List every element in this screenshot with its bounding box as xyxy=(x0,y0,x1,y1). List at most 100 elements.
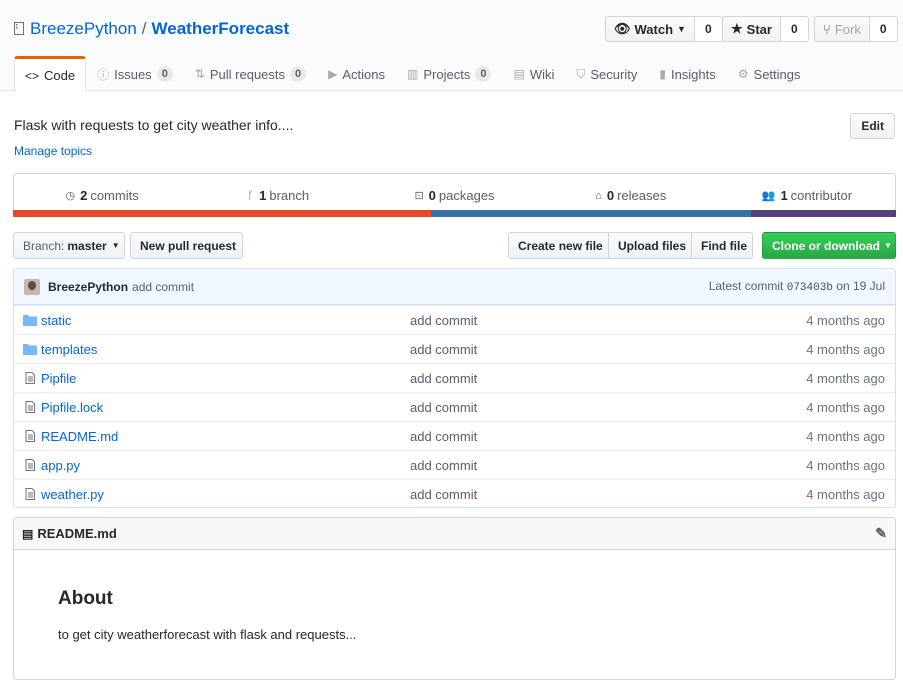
tab-code[interactable]: <> Code xyxy=(14,56,87,92)
file-age: 4 months ago xyxy=(806,428,885,444)
watch-count[interactable]: 0 xyxy=(694,16,723,42)
file-age: 4 months ago xyxy=(806,312,885,328)
graph-icon: ▮ xyxy=(659,67,666,81)
play-icon: ▶ xyxy=(328,67,338,81)
history-icon: ◷ xyxy=(65,190,76,202)
file-list: BreezePython add commit Latest commit 07… xyxy=(13,268,896,508)
table-row: weather.py add commit 4 months ago xyxy=(14,479,895,507)
fork-count[interactable]: 0 xyxy=(869,16,898,42)
file-name-link[interactable]: static xyxy=(41,313,71,328)
file-age: 4 months ago xyxy=(806,370,885,386)
edit-description-button[interactable]: Edit xyxy=(850,113,895,139)
file-commit-message[interactable]: add commit xyxy=(410,458,477,473)
file-age: 4 months ago xyxy=(806,486,885,502)
tab-label: Settings xyxy=(753,66,801,82)
folder-icon xyxy=(23,315,37,326)
tab-label: Security xyxy=(590,66,638,82)
repo-separator: / xyxy=(141,19,147,38)
repo-name-link[interactable]: WeatherForecast xyxy=(152,19,290,39)
file-name-link[interactable]: templates xyxy=(41,342,97,357)
branch-icon: ᚴ xyxy=(247,189,255,202)
tab-projects[interactable]: ▥ Projects 0 xyxy=(396,56,502,91)
file-icon xyxy=(25,488,35,500)
repo-description: Flask with requests to get city weather … xyxy=(14,117,294,133)
file-commit-message[interactable]: add commit xyxy=(410,429,477,444)
readme-heading: About xyxy=(58,588,113,609)
file-commit-message[interactable]: add commit xyxy=(410,400,477,415)
commits-count: 2 xyxy=(80,188,88,203)
tab-settings[interactable]: ⚙ Settings xyxy=(727,56,812,91)
branch-select-button[interactable]: Branch: master ▼ xyxy=(13,232,125,259)
pencil-icon[interactable]: ✎ xyxy=(875,525,887,542)
tab-security[interactable]: ⛉ Security xyxy=(565,56,648,91)
commits-label: commits xyxy=(90,188,139,203)
tab-actions[interactable]: ▶ Actions xyxy=(317,56,396,91)
watch-group: 👁 Watch ▼ 0 xyxy=(605,16,723,42)
fork-label: Fork xyxy=(834,21,861,37)
repo-owner-link[interactable]: BreezePython xyxy=(30,19,137,39)
tab-wiki[interactable]: ▤ Wiki xyxy=(502,56,565,91)
contributor-count: 1 xyxy=(780,188,788,203)
find-file-button[interactable]: Find file xyxy=(691,232,753,259)
file-commit-message[interactable]: add commit xyxy=(410,371,477,386)
language-segment-html xyxy=(13,210,431,217)
branch-count: 1 xyxy=(259,188,267,203)
pr-count-badge: 0 xyxy=(290,66,307,82)
file-name-link[interactable]: README.md xyxy=(41,429,118,444)
latest-commit-prefix: Latest commit xyxy=(708,279,784,293)
file-commit-message[interactable]: add commit xyxy=(410,487,477,502)
repo-title: BreezePython / WeatherForecast xyxy=(14,19,289,39)
branch-label: branch xyxy=(269,188,310,203)
avatar[interactable] xyxy=(24,278,40,295)
tab-insights[interactable]: ▮ Insights xyxy=(648,56,726,91)
tab-pull-requests[interactable]: ⇅ Pull requests 0 xyxy=(184,56,317,91)
star-count[interactable]: 0 xyxy=(780,16,809,42)
tab-issues[interactable]: ⓘ Issues 0 xyxy=(86,56,184,91)
latest-commit-bar: BreezePython add commit Latest commit 07… xyxy=(14,269,895,305)
new-pull-request-button[interactable]: New pull request xyxy=(130,232,243,259)
watch-label: Watch xyxy=(634,21,674,37)
tab-label: Projects xyxy=(423,66,471,82)
file-icon xyxy=(25,459,35,471)
create-new-file-button[interactable]: Create new file xyxy=(508,232,609,259)
contributor-label: contributor xyxy=(790,188,853,203)
watch-button[interactable]: 👁 Watch ▼ xyxy=(605,16,695,42)
language-segment-python xyxy=(430,210,752,217)
file-name-link[interactable]: weather.py xyxy=(41,487,104,502)
file-icon xyxy=(25,401,35,413)
projects-count-badge: 0 xyxy=(475,66,492,82)
star-button[interactable]: ★ Star xyxy=(722,16,781,42)
tab-label: Pull requests xyxy=(209,66,286,82)
releases-label: releases xyxy=(617,188,667,203)
commit-sha-link[interactable]: 073403b xyxy=(787,282,833,294)
language-bar[interactable] xyxy=(13,210,896,217)
file-name-link[interactable]: Pipfile xyxy=(41,371,76,386)
file-age: 4 months ago xyxy=(806,341,885,357)
clone-or-download-button[interactable]: Clone or download ▼ xyxy=(762,232,896,259)
table-row: static add commit 4 months ago xyxy=(14,305,895,334)
branch-name: master xyxy=(67,238,107,253)
file-name-link[interactable]: Pipfile.lock xyxy=(41,400,103,415)
gear-icon: ⚙ xyxy=(737,67,749,81)
code-icon: <> xyxy=(25,68,40,83)
file-navigation: Branch: master ▼ New pull request Create… xyxy=(13,232,896,259)
file-commit-message[interactable]: add commit xyxy=(410,313,477,328)
table-row: README.md add commit 4 months ago xyxy=(14,421,895,450)
readme-box: ▤ README.md ✎ About to get city weatherf… xyxy=(13,517,896,680)
file-age: 4 months ago xyxy=(806,457,885,473)
packages-count: 0 xyxy=(428,188,436,203)
fork-button[interactable]: ⑂ Fork xyxy=(814,16,870,42)
releases-count: 0 xyxy=(606,188,615,203)
package-icon: ⊡ xyxy=(414,190,424,202)
commit-author-link[interactable]: BreezePython xyxy=(48,280,128,294)
repo-header: BreezePython / WeatherForecast 👁 Watch ▼… xyxy=(0,0,903,92)
latest-commit-info: Latest commit 073403b on 19 Jul xyxy=(709,279,885,294)
caret-down-icon: ▼ xyxy=(111,241,120,250)
star-group: ★ Star 0 xyxy=(722,16,809,42)
commit-message-link[interactable]: add commit xyxy=(132,280,194,294)
file-age: 4 months ago xyxy=(806,399,885,415)
file-name-link[interactable]: app.py xyxy=(41,458,80,473)
upload-files-button[interactable]: Upload files xyxy=(608,232,692,259)
manage-topics-link[interactable]: Manage topics xyxy=(14,144,92,158)
file-commit-message[interactable]: add commit xyxy=(410,342,477,357)
